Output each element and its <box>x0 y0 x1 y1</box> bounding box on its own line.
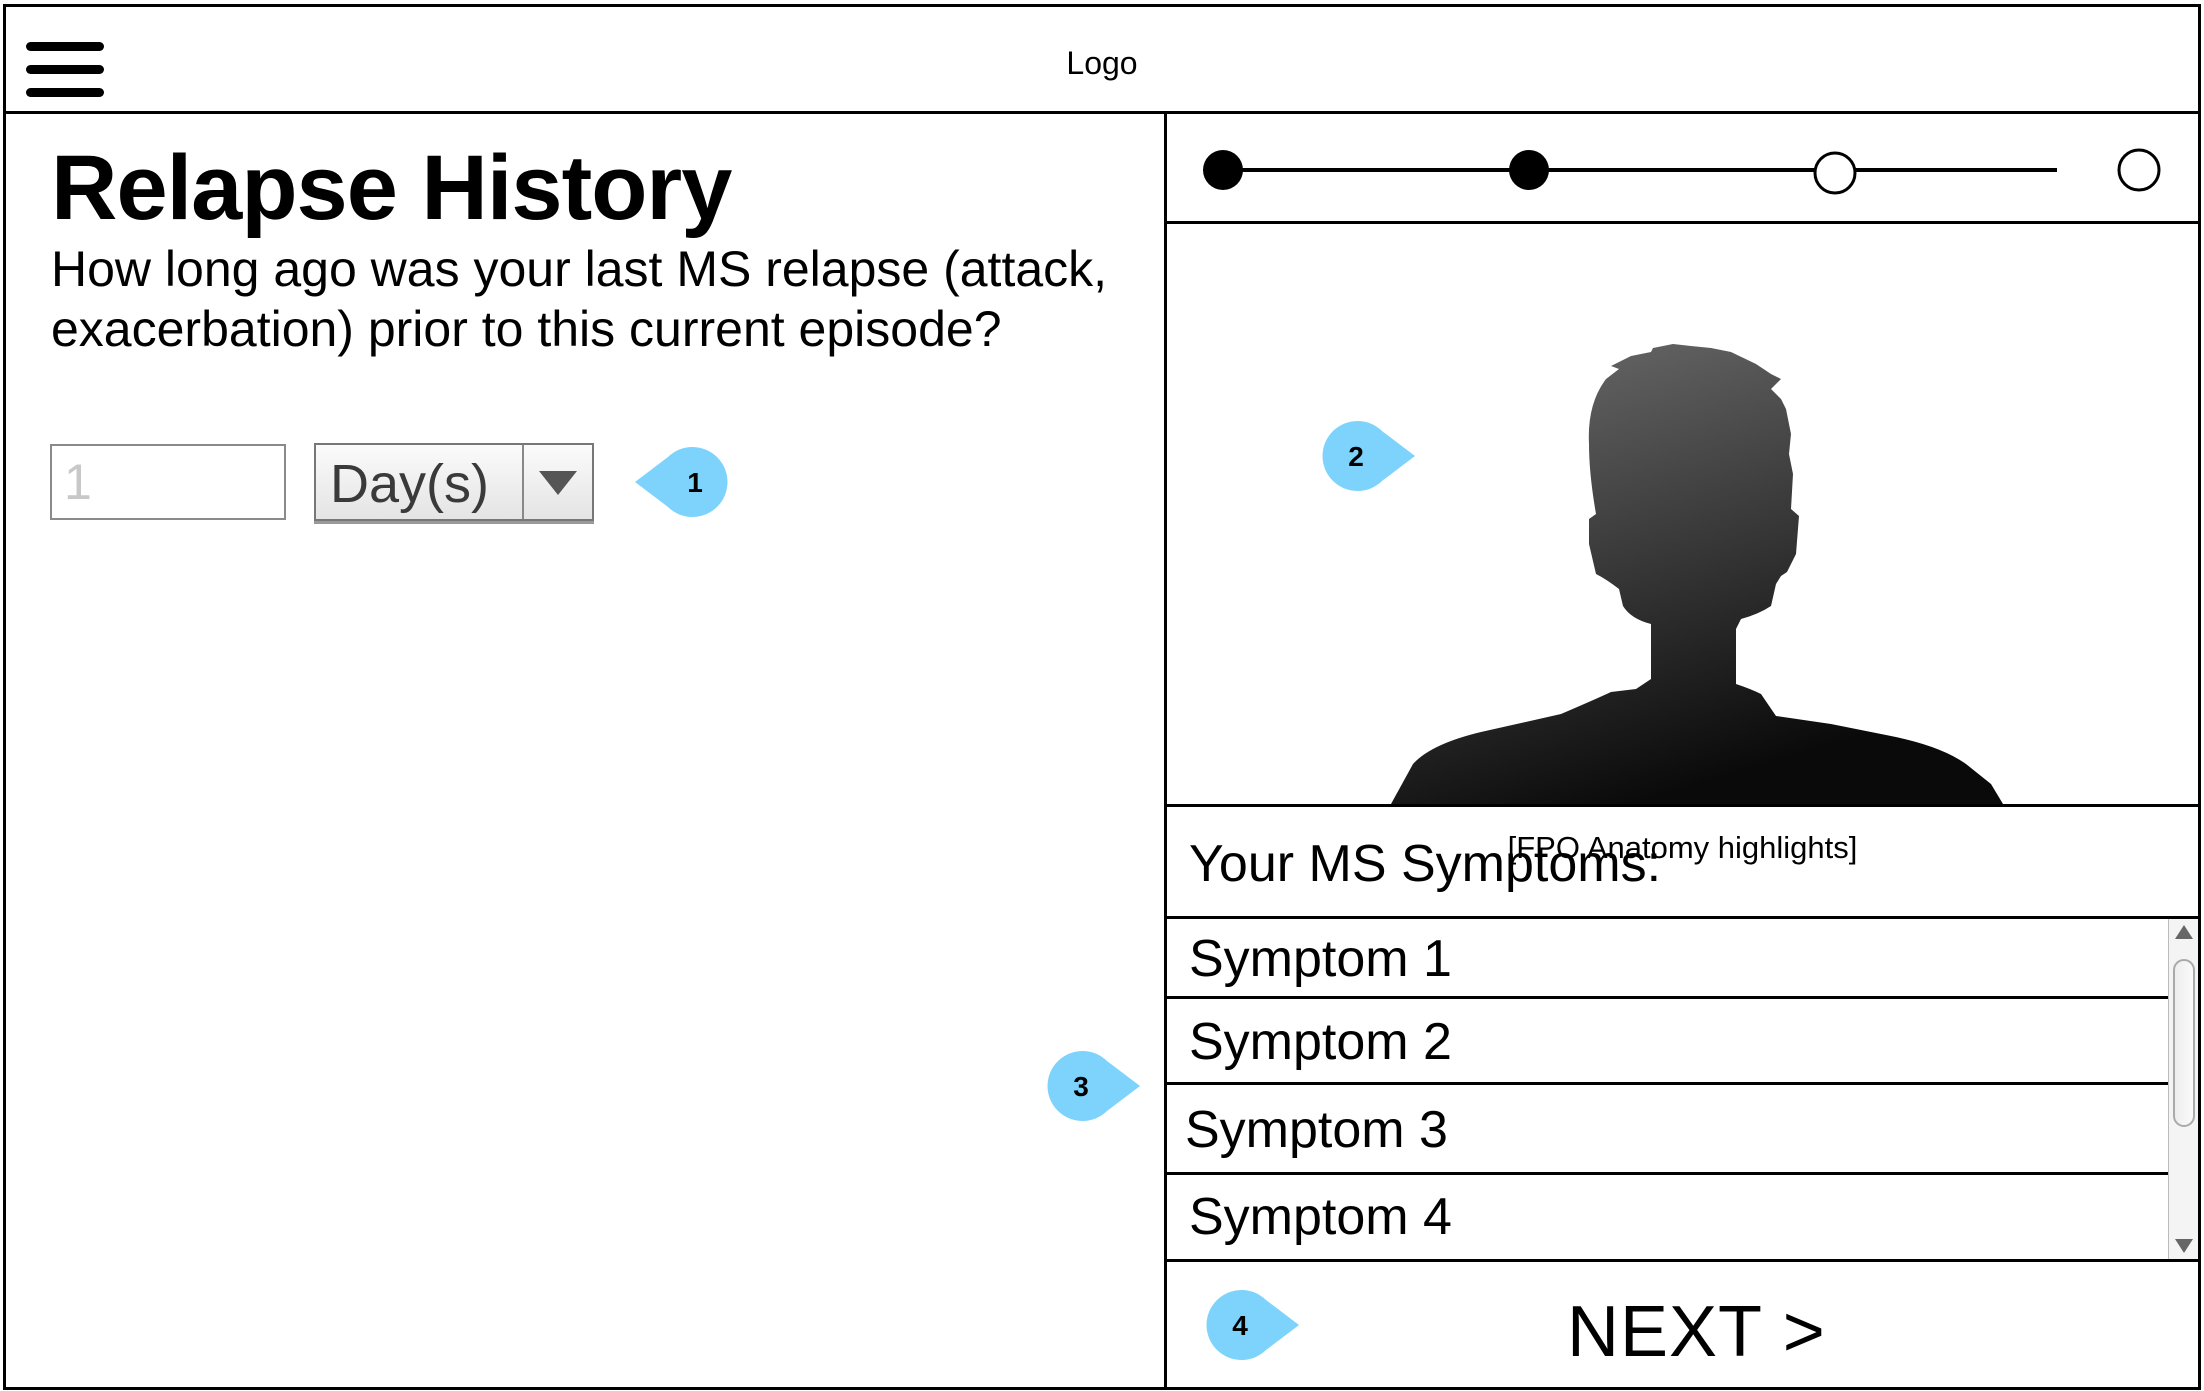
header-bar: Logo <box>6 7 2198 114</box>
duration-input[interactable] <box>50 444 286 520</box>
anatomy-figure-area: [FPO Anatomy highlights] 2 <box>1167 224 2198 865</box>
progress-stepper <box>1167 114 2198 224</box>
annotation-number: 4 <box>1232 1310 1248 1341</box>
symptom-item[interactable]: Symptom 4 <box>1167 1175 2170 1259</box>
annotation-number: 2 <box>1348 441 1364 472</box>
annotation-number: 3 <box>1073 1071 1089 1102</box>
app-frame: Logo Relapse History How long ago was yo… <box>3 4 2201 1390</box>
next-button-label: NEXT > <box>1567 1292 1826 1372</box>
summary-panel: [FPO Anatomy highlights] 2 Your MS Sympt… <box>1167 114 2198 1387</box>
question-text: How long ago was your last MS relapse (a… <box>51 241 1108 357</box>
unit-select-value: Day(s) <box>330 454 489 514</box>
select-divider <box>522 445 524 519</box>
annotation-marker-4: 4 <box>1203 1290 1301 1360</box>
symptoms-list[interactable]: Symptom 1 Symptom 2 Symptom 3 Symptom 4 <box>1167 916 2198 1262</box>
annotation-marker-2: 2 <box>1319 421 1417 491</box>
symptom-item[interactable]: Symptom 2 <box>1167 999 2170 1085</box>
page-title: Relapse History <box>51 137 732 239</box>
symptoms-heading: Your MS Symptoms: <box>1189 835 1662 893</box>
progress-step-1 <box>1203 150 1243 190</box>
next-button[interactable]: 4 NEXT > <box>1167 1265 2198 1387</box>
logo: Logo <box>1066 45 1138 81</box>
scroll-down-arrow-icon[interactable] <box>2175 1239 2193 1253</box>
symptom-item[interactable]: Symptom 1 <box>1167 919 2170 999</box>
scroll-thumb[interactable] <box>2173 959 2195 1127</box>
annotation-marker-3: 3 <box>1044 1051 1142 1121</box>
unit-select[interactable]: Day(s) <box>314 443 594 521</box>
scroll-up-arrow-icon[interactable] <box>2175 925 2193 939</box>
symptom-item[interactable]: Symptom 3 <box>1167 1085 2170 1175</box>
annotation-number: 1 <box>687 467 703 498</box>
person-silhouette-icon <box>1391 344 2003 804</box>
annotation-marker-1: 1 <box>633 447 731 517</box>
progress-step-3 <box>1813 151 1857 195</box>
question-panel: Relapse History How long ago was your la… <box>6 114 1164 1387</box>
chevron-down-icon[interactable] <box>539 471 577 495</box>
symptoms-scrollbar[interactable] <box>2168 919 2198 1259</box>
progress-step-4 <box>2117 148 2161 192</box>
progress-step-2 <box>1509 150 1549 190</box>
